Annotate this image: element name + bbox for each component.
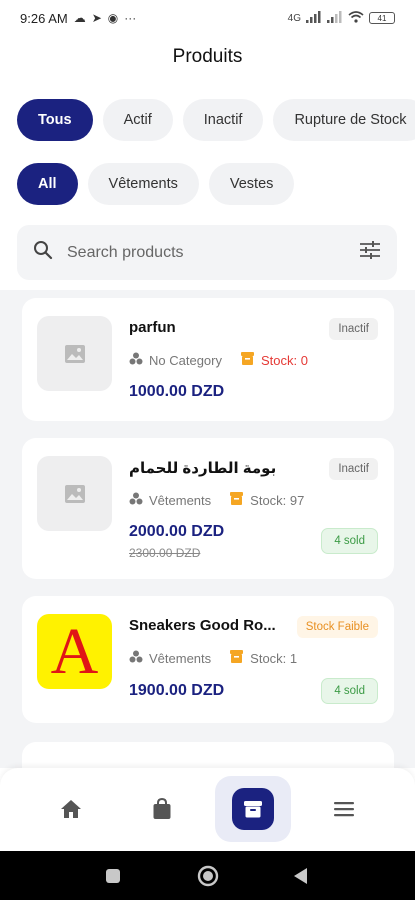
home-button[interactable] xyxy=(183,851,233,900)
navigation-icon: ➤ xyxy=(91,11,102,25)
nav-home[interactable] xyxy=(33,776,109,842)
product-category: Vêtements xyxy=(149,492,212,508)
filter-sliders-icon[interactable] xyxy=(359,240,381,265)
square-icon xyxy=(106,868,120,883)
recent-apps-button[interactable] xyxy=(88,851,138,900)
sold-count-badge: 4 sold xyxy=(321,528,378,554)
filter-chip-tous[interactable]: Tous xyxy=(17,99,93,141)
more-dots-icon: ··· xyxy=(124,11,137,25)
filter-chip-rupture-de-stock[interactable]: Rupture de Stock xyxy=(273,99,415,141)
filter-chip-actif[interactable]: Actif xyxy=(102,99,173,141)
category-chip-all[interactable]: All xyxy=(17,163,78,205)
inventory-box-icon xyxy=(229,491,244,509)
wifi-icon xyxy=(348,10,364,26)
search-icon xyxy=(33,240,53,265)
nav-products[interactable] xyxy=(215,776,291,842)
back-triangle-icon xyxy=(294,867,307,884)
circle-icon xyxy=(197,865,219,886)
category-icon xyxy=(129,352,143,368)
nav-products-pill xyxy=(232,788,274,830)
shopping-bag-icon xyxy=(153,798,171,819)
category-chip-vetements[interactable]: Vêtements xyxy=(87,163,199,205)
status-badge: Inactif xyxy=(329,318,378,340)
sold-count-badge: 4 sold xyxy=(321,678,378,704)
product-name: parfun xyxy=(129,319,176,336)
menu-icon xyxy=(334,802,354,817)
product-image-placeholder xyxy=(37,456,112,531)
category-icon xyxy=(129,650,143,666)
status-badge: Stock Faible xyxy=(296,616,378,638)
product-category: Vêtements xyxy=(149,650,212,666)
product-old-price: 2300.00 DZD xyxy=(129,546,201,560)
product-card[interactable]: بومة الطاردة للحمام Inactif Vêtements St… xyxy=(22,438,394,579)
product-list: parfun Inactif No Category Stock: 0 1000… xyxy=(0,290,415,768)
clock: 9:26 AM xyxy=(20,10,68,26)
category-filter-row: All Vêtements Vestes xyxy=(17,163,295,205)
product-category: No Category xyxy=(149,352,222,368)
search-bar xyxy=(17,225,397,280)
brand-logo-letter: A xyxy=(50,614,99,688)
signal-icon xyxy=(306,10,322,26)
product-price: 2000.00 DZD xyxy=(129,523,225,540)
product-meta: Vêtements Stock: 97 xyxy=(129,491,304,509)
image-icon xyxy=(64,344,85,363)
signal-icon xyxy=(327,10,343,26)
android-navigation-bar xyxy=(0,851,415,900)
home-icon xyxy=(61,800,81,818)
bottom-navigation xyxy=(0,768,415,851)
category-chip-vestes[interactable]: Vestes xyxy=(208,163,295,205)
page-title: Produits xyxy=(172,46,243,67)
product-card[interactable]: A Sneakers Good Ro... Stock Faible Vêtem… xyxy=(22,596,394,723)
stock-count: Stock: 1 xyxy=(250,650,298,666)
status-filter-row: Tous Actif Inactif Rupture de Stock xyxy=(17,99,415,141)
stock-count: Stock: 97 xyxy=(250,492,305,508)
back-button[interactable] xyxy=(276,851,326,900)
product-name: بومة الطاردة للحمام xyxy=(129,460,277,477)
search-input[interactable] xyxy=(67,243,359,262)
filter-chip-inactif[interactable]: Inactif xyxy=(182,99,264,141)
stock-count: Stock: 0 xyxy=(260,352,308,368)
nav-orders[interactable] xyxy=(124,776,200,842)
product-card[interactable]: parfun Inactif No Category Stock: 0 1000… xyxy=(22,298,394,421)
network-type: 4G xyxy=(287,12,301,24)
nav-menu[interactable] xyxy=(306,776,382,842)
image-icon xyxy=(64,484,85,503)
product-meta: No Category Stock: 0 xyxy=(129,351,308,369)
category-icon xyxy=(129,492,143,508)
battery-icon: 41 xyxy=(369,12,395,24)
shazam-icon: ◉ xyxy=(107,11,119,25)
product-card[interactable] xyxy=(22,742,394,768)
archive-box-icon xyxy=(244,801,262,818)
product-price: 1000.00 DZD xyxy=(129,383,225,400)
product-image-placeholder xyxy=(37,316,112,391)
status-bar: 9:26 AM ☁ ➤ ◉ ··· 4G 41 xyxy=(0,0,415,36)
status-badge: Inactif xyxy=(329,458,378,480)
product-image: A xyxy=(37,614,112,689)
cloud-icon: ☁ xyxy=(73,11,86,25)
product-price: 1900.00 DZD xyxy=(129,682,225,699)
inventory-box-icon xyxy=(240,351,255,369)
inventory-box-icon xyxy=(229,649,244,667)
product-name: Sneakers Good Ro... xyxy=(129,617,276,634)
product-meta: Vêtements Stock: 1 xyxy=(129,649,297,667)
